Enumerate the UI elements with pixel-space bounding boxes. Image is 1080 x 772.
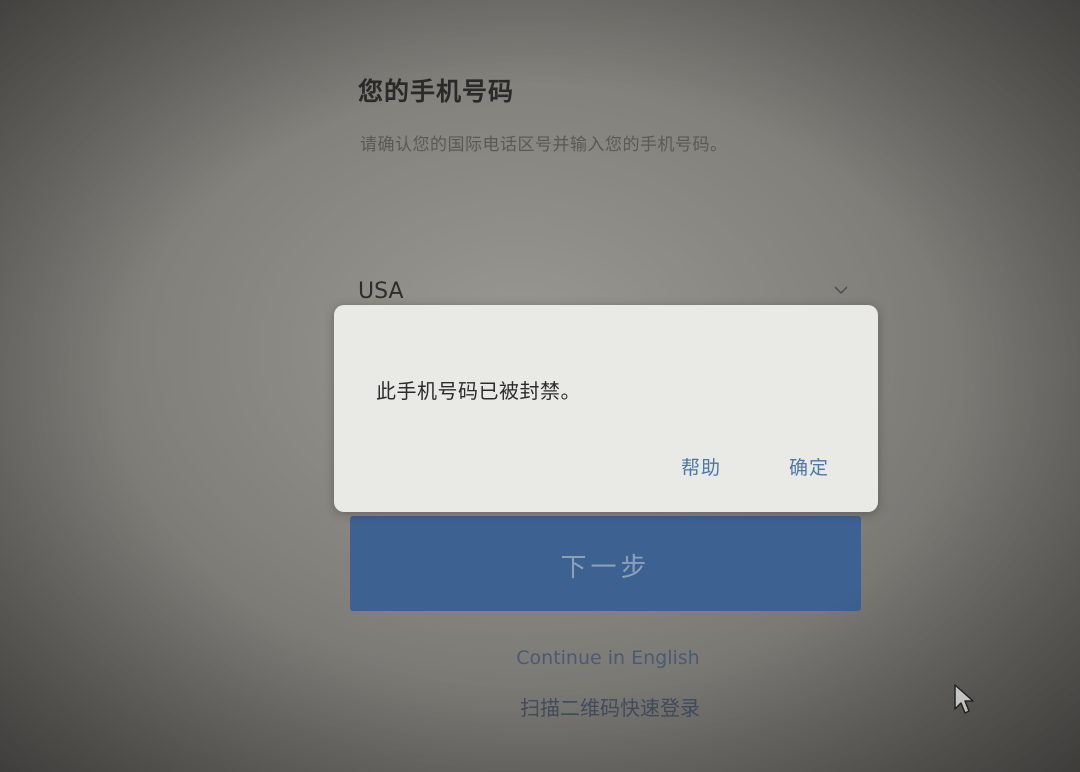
- dialog-message: 此手机号码已被封禁。: [376, 379, 581, 403]
- next-step-button[interactable]: 下一步: [350, 516, 861, 611]
- qr-code-login-link[interactable]: 扫描二维码快速登录: [0, 692, 1080, 721]
- help-button[interactable]: 帮助: [681, 453, 721, 480]
- page-title: 您的手机号码: [358, 77, 515, 106]
- login-page: 您的手机号码 请确认您的国际电话区号并输入您的手机号码。 USA 下一步 Con…: [0, 0, 1080, 772]
- alert-dialog: 此手机号码已被封禁。 帮助 确定: [334, 305, 878, 512]
- chevron-down-icon: [834, 283, 848, 297]
- country-select-value: USA: [358, 279, 404, 304]
- ok-button[interactable]: 确定: [789, 453, 829, 480]
- mouse-pointer-icon: [953, 683, 975, 715]
- page-subtitle: 请确认您的国际电话区号并输入您的手机号码。: [360, 135, 728, 155]
- continue-in-english-link[interactable]: Continue in English: [0, 647, 1080, 669]
